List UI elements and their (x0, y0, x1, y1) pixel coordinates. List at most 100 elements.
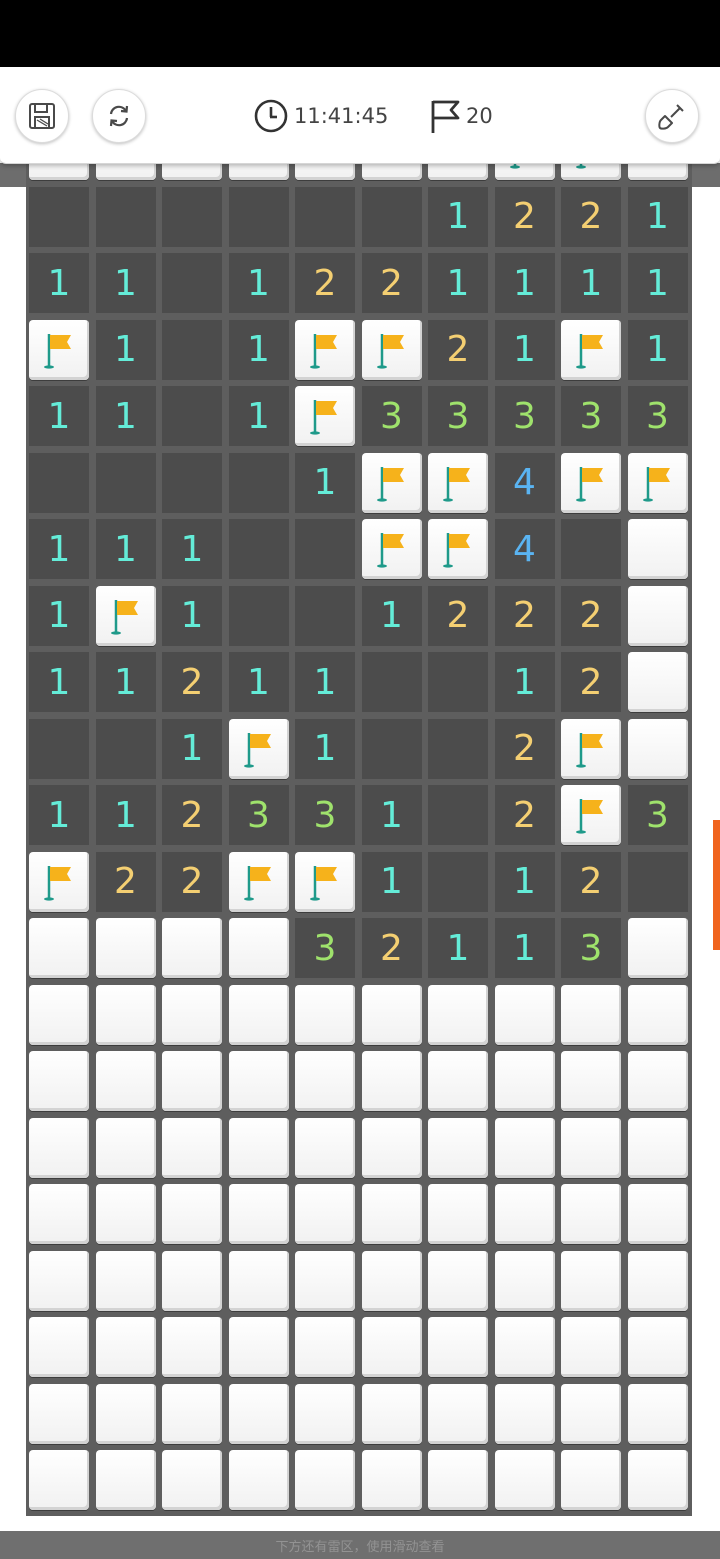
covered-cell[interactable] (494, 1250, 555, 1311)
covered-cell[interactable] (95, 984, 156, 1045)
covered-cell[interactable] (162, 984, 222, 1045)
number-cell[interactable]: 1 (494, 652, 555, 712)
number-cell[interactable]: 1 (95, 519, 156, 579)
flagged-cell[interactable] (561, 785, 621, 845)
covered-cell[interactable] (627, 1317, 688, 1377)
covered-cell[interactable] (95, 1117, 156, 1178)
covered-cell[interactable] (361, 1051, 422, 1111)
covered-cell[interactable] (162, 1184, 222, 1244)
covered-cell[interactable] (627, 652, 688, 712)
flagged-cell[interactable] (29, 319, 89, 380)
covered-cell[interactable] (494, 1317, 555, 1377)
number-cell[interactable]: 3 (361, 386, 422, 446)
number-cell[interactable]: 2 (361, 253, 422, 313)
covered-cell[interactable] (95, 1450, 156, 1510)
number-cell[interactable]: 1 (162, 718, 222, 779)
number-cell[interactable]: 1 (428, 253, 488, 313)
number-cell[interactable]: 1 (428, 918, 488, 978)
flagged-cell[interactable] (627, 452, 688, 513)
covered-cell[interactable] (361, 1184, 422, 1244)
number-cell[interactable]: 1 (627, 253, 688, 313)
flagged-cell[interactable] (295, 319, 355, 380)
covered-cell[interactable] (627, 918, 688, 978)
restart-button[interactable] (92, 89, 146, 143)
covered-cell[interactable] (627, 1250, 688, 1311)
covered-cell[interactable] (494, 1383, 555, 1444)
covered-cell[interactable] (29, 918, 89, 978)
number-cell[interactable]: 1 (627, 186, 688, 247)
covered-cell[interactable] (29, 1117, 89, 1178)
covered-cell[interactable] (295, 1117, 355, 1178)
covered-cell[interactable] (95, 918, 156, 978)
number-cell[interactable]: 1 (295, 718, 355, 779)
number-cell[interactable]: 3 (627, 785, 688, 845)
covered-cell[interactable] (228, 1450, 289, 1510)
number-cell[interactable]: 4 (494, 519, 555, 579)
covered-cell[interactable] (95, 1317, 156, 1377)
covered-cell[interactable] (361, 1450, 422, 1510)
number-cell[interactable]: 2 (494, 718, 555, 779)
covered-cell[interactable] (627, 1383, 688, 1444)
covered-cell[interactable] (162, 1117, 222, 1178)
flagged-cell[interactable] (228, 718, 289, 779)
scroll-indicator[interactable] (713, 820, 720, 950)
covered-cell[interactable] (561, 1184, 621, 1244)
flagged-cell[interactable] (295, 386, 355, 446)
number-cell[interactable]: 2 (561, 585, 621, 646)
covered-cell[interactable] (627, 585, 688, 646)
covered-cell[interactable] (428, 1051, 488, 1111)
flagged-cell[interactable] (428, 519, 488, 579)
covered-cell[interactable] (95, 1383, 156, 1444)
covered-cell[interactable] (228, 984, 289, 1045)
covered-cell[interactable] (295, 1051, 355, 1111)
number-cell[interactable]: 2 (494, 585, 555, 646)
number-cell[interactable]: 2 (361, 918, 422, 978)
covered-cell[interactable] (361, 1317, 422, 1377)
number-cell[interactable]: 1 (295, 452, 355, 513)
covered-cell[interactable] (228, 1051, 289, 1111)
number-cell[interactable]: 1 (162, 585, 222, 646)
number-cell[interactable]: 4 (494, 452, 555, 513)
covered-cell[interactable] (162, 1250, 222, 1311)
number-cell[interactable]: 2 (561, 186, 621, 247)
number-cell[interactable]: 2 (428, 319, 488, 380)
covered-cell[interactable] (361, 1117, 422, 1178)
number-cell[interactable]: 1 (95, 319, 156, 380)
covered-cell[interactable] (162, 1317, 222, 1377)
covered-cell[interactable] (29, 1051, 89, 1111)
number-cell[interactable]: 1 (494, 918, 555, 978)
covered-cell[interactable] (29, 1184, 89, 1244)
number-cell[interactable]: 2 (494, 186, 555, 247)
number-cell[interactable]: 1 (29, 386, 89, 446)
covered-cell[interactable] (95, 1250, 156, 1311)
covered-cell[interactable] (162, 1051, 222, 1111)
covered-cell[interactable] (561, 1317, 621, 1377)
covered-cell[interactable] (29, 984, 89, 1045)
save-button[interactable] (15, 89, 69, 143)
flagged-cell[interactable] (295, 851, 355, 912)
covered-cell[interactable] (428, 1317, 488, 1377)
number-cell[interactable]: 3 (627, 386, 688, 446)
covered-cell[interactable] (228, 1184, 289, 1244)
covered-cell[interactable] (162, 1383, 222, 1444)
covered-cell[interactable] (428, 1184, 488, 1244)
covered-cell[interactable] (228, 1317, 289, 1377)
number-cell[interactable]: 2 (494, 785, 555, 845)
number-cell[interactable]: 2 (428, 585, 488, 646)
number-cell[interactable]: 3 (295, 918, 355, 978)
covered-cell[interactable] (561, 1117, 621, 1178)
number-cell[interactable]: 1 (29, 785, 89, 845)
number-cell[interactable]: 2 (162, 851, 222, 912)
covered-cell[interactable] (228, 918, 289, 978)
number-cell[interactable]: 1 (95, 253, 156, 313)
number-cell[interactable]: 2 (162, 652, 222, 712)
covered-cell[interactable] (361, 1383, 422, 1444)
covered-cell[interactable] (295, 1317, 355, 1377)
number-cell[interactable]: 1 (228, 319, 289, 380)
covered-cell[interactable] (228, 1250, 289, 1311)
covered-cell[interactable] (29, 1383, 89, 1444)
number-cell[interactable]: 1 (228, 386, 289, 446)
flagged-cell[interactable] (361, 319, 422, 380)
covered-cell[interactable] (627, 1051, 688, 1111)
covered-cell[interactable] (29, 1250, 89, 1311)
